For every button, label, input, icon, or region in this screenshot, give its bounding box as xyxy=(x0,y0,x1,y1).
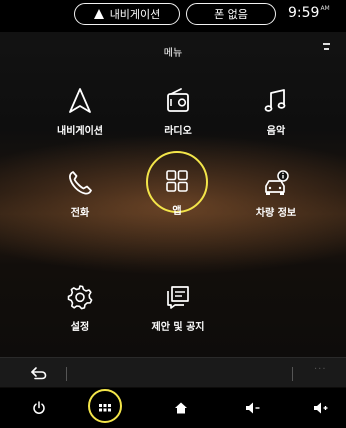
menu-item-navigation[interactable]: 내비게이션 xyxy=(30,86,130,137)
navigation-arrow-icon xyxy=(93,9,104,19)
status-bar: 내비게이션 폰 없음 9:59AM xyxy=(0,0,346,32)
gear-icon xyxy=(67,285,93,310)
divider xyxy=(292,367,293,381)
page-title: 메뉴 xyxy=(163,48,183,59)
menu-item-label: 내비게이션 xyxy=(57,126,103,137)
phone-icon xyxy=(69,171,92,195)
menu-screen: 내비게이션 폰 없음 9:59AM 메뉴 내비게이션 라디오 음악 전화 앱 차… xyxy=(0,0,346,428)
vehicle-info-icon xyxy=(265,170,289,195)
apps-grid-icon xyxy=(166,170,188,192)
navigation-pill[interactable]: 내비게이션 xyxy=(74,3,180,25)
menu-item-notices[interactable]: 제안 및 공지 xyxy=(128,282,228,333)
music-note-icon xyxy=(264,89,286,112)
bottom-control-bar xyxy=(0,388,346,428)
volume-up-icon xyxy=(314,402,328,414)
phone-status-pill[interactable]: 폰 없음 xyxy=(186,3,276,25)
menu-item-vehicle-info[interactable]: 차량 정보 xyxy=(226,168,326,219)
home-icon xyxy=(175,402,187,414)
menu-item-apps[interactable]: 앱 xyxy=(127,166,227,217)
power-button[interactable] xyxy=(24,388,54,428)
divider xyxy=(66,367,67,381)
clock-ampm: AM xyxy=(320,5,330,12)
back-arrow-icon[interactable] xyxy=(30,365,48,381)
power-icon xyxy=(33,401,45,414)
menu-item-label: 설정 xyxy=(70,322,90,333)
apps-highlight-ring xyxy=(88,389,122,423)
menu-item-label: 전화 xyxy=(70,208,90,219)
volume-down-button[interactable] xyxy=(238,388,268,428)
more-options-button[interactable]: ··· xyxy=(314,364,327,375)
collapse-icon[interactable] xyxy=(322,40,332,54)
clock: 9:59AM xyxy=(288,5,330,21)
menu-item-phone[interactable]: 전화 xyxy=(30,168,130,219)
menu-item-settings[interactable]: 설정 xyxy=(30,282,130,333)
clock-time: 9:59 xyxy=(288,5,320,21)
menu-item-label: 앱 xyxy=(172,206,182,217)
notice-icon xyxy=(167,286,189,309)
phone-status-label: 폰 없음 xyxy=(214,7,248,21)
radio-icon xyxy=(167,88,189,112)
menu-item-label: 제안 및 공지 xyxy=(151,322,205,333)
menu-item-radio[interactable]: 라디오 xyxy=(128,86,228,137)
navigation-back-bar: ··· xyxy=(0,357,346,387)
navigation-pill-label: 내비게이션 xyxy=(109,7,161,21)
home-button[interactable] xyxy=(166,388,196,428)
menu-item-music[interactable]: 음악 xyxy=(226,86,326,137)
menu-item-label: 차량 정보 xyxy=(255,208,297,219)
navigation-arrow-icon xyxy=(69,88,91,113)
menu-item-label: 음악 xyxy=(266,126,286,137)
menu-item-label: 라디오 xyxy=(164,126,192,137)
volume-up-button[interactable] xyxy=(306,388,336,428)
volume-down-icon xyxy=(246,402,260,414)
